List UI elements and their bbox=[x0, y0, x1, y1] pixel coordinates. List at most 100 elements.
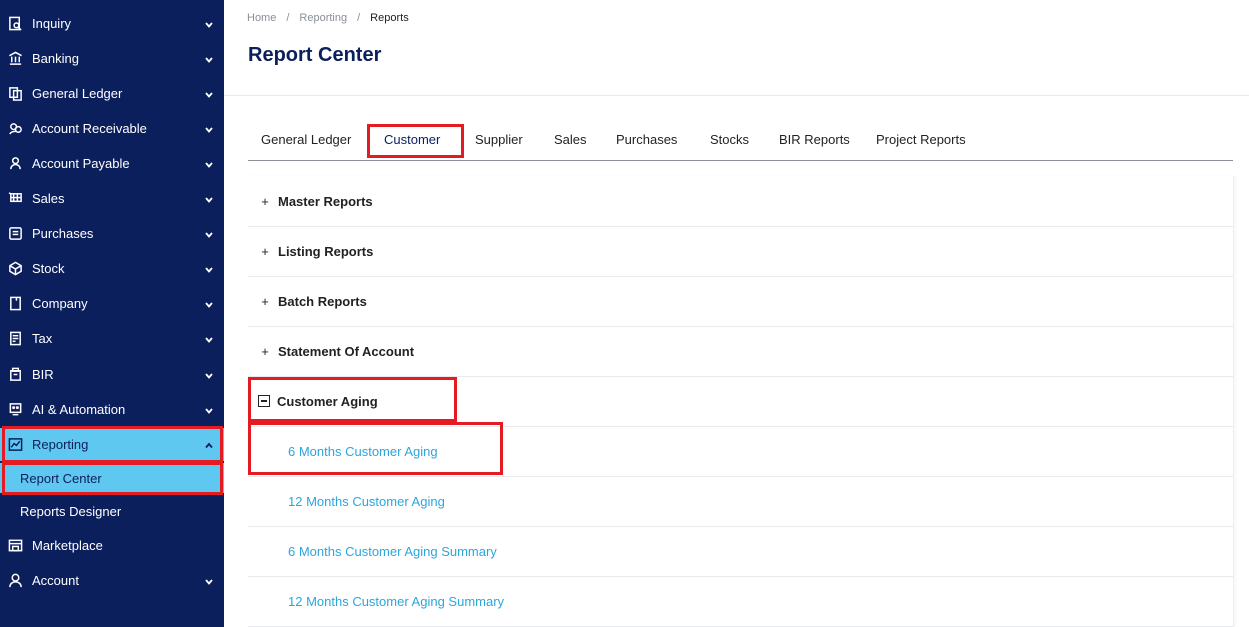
report-6-months-customer-aging-summary[interactable]: 6 Months Customer Aging Summary bbox=[248, 526, 1233, 577]
ledger-icon bbox=[7, 86, 23, 102]
plus-icon: + bbox=[261, 343, 269, 359]
section-label: Master Reports bbox=[278, 193, 373, 209]
sidebar-item-label: Inquiry bbox=[32, 16, 72, 31]
sidebar-item-label: General Ledger bbox=[32, 86, 123, 101]
report-link[interactable]: 6 Months Customer Aging bbox=[288, 444, 438, 459]
tab-sales[interactable]: Sales bbox=[554, 132, 587, 147]
report-link[interactable]: 6 Months Customer Aging Summary bbox=[288, 544, 497, 559]
section-master-reports[interactable]: + Master Reports bbox=[248, 176, 1233, 227]
sidebar: Inquiry Banking General Ledger Account R… bbox=[0, 0, 224, 627]
section-batch-reports[interactable]: + Batch Reports bbox=[248, 276, 1233, 327]
tax-icon bbox=[7, 331, 23, 347]
sidebar-item-label: BIR bbox=[32, 367, 54, 382]
chevron-down-icon bbox=[204, 53, 214, 63]
chevron-down-icon bbox=[204, 575, 214, 585]
section-statement-of-account[interactable]: + Statement Of Account bbox=[248, 326, 1233, 377]
sidebar-item-label: Purchases bbox=[32, 226, 94, 241]
section-customer-aging[interactable]: Customer Aging bbox=[248, 376, 1233, 427]
header-divider bbox=[224, 95, 1249, 96]
section-label: Statement Of Account bbox=[278, 343, 415, 359]
sidebar-item-label: Account bbox=[32, 573, 79, 588]
sidebar-item-marketplace[interactable]: Marketplace bbox=[0, 529, 224, 562]
cart-icon bbox=[7, 191, 23, 207]
sidebar-item-label: Tax bbox=[32, 331, 53, 346]
sidebar-item-tax[interactable]: Tax bbox=[0, 322, 224, 355]
bank-icon bbox=[7, 51, 23, 67]
report-tabs: General Ledger Customer Supplier Sales P… bbox=[248, 124, 1233, 161]
sidebar-item-label: Marketplace bbox=[32, 538, 103, 553]
report-list: + Master Reports + Listing Reports + Bat… bbox=[248, 176, 1234, 627]
chevron-down-icon bbox=[204, 18, 214, 28]
sidebar-item-label: AI & Automation bbox=[32, 402, 126, 417]
receivable-icon bbox=[7, 121, 23, 137]
section-label: Listing Reports bbox=[278, 243, 374, 259]
plus-icon: + bbox=[261, 193, 269, 209]
chevron-down-icon bbox=[204, 298, 214, 308]
sidebar-item-inquiry[interactable]: Inquiry bbox=[0, 7, 224, 40]
plus-icon: + bbox=[261, 243, 269, 259]
chart-icon bbox=[7, 437, 23, 453]
sidebar-item-account-receivable[interactable]: Account Receivable bbox=[0, 112, 224, 145]
robot-icon bbox=[7, 402, 23, 418]
chevron-down-icon bbox=[204, 333, 214, 343]
report-12-months-customer-aging-summary[interactable]: 12 Months Customer Aging Summary bbox=[248, 576, 1233, 627]
payable-icon bbox=[7, 156, 23, 172]
sidebar-item-account-payable[interactable]: Account Payable bbox=[0, 147, 224, 180]
sidebar-item-label: Reporting bbox=[32, 437, 89, 452]
sidebar-item-purchases[interactable]: Purchases bbox=[0, 217, 224, 250]
sidebar-item-ai-automation[interactable]: AI & Automation bbox=[0, 393, 224, 426]
sidebar-subitem-reports-designer[interactable]: Reports Designer bbox=[0, 496, 224, 526]
building-icon bbox=[7, 296, 23, 312]
chevron-down-icon bbox=[204, 158, 214, 168]
chevron-down-icon bbox=[204, 404, 214, 414]
page-title: Report Center bbox=[248, 44, 382, 66]
sidebar-item-label: Account Receivable bbox=[32, 121, 147, 136]
sidebar-item-label: Stock bbox=[32, 261, 65, 276]
sidebar-item-banking[interactable]: Banking bbox=[0, 42, 224, 75]
report-6-months-customer-aging[interactable]: 6 Months Customer Aging bbox=[248, 426, 1233, 477]
report-link[interactable]: 12 Months Customer Aging bbox=[288, 494, 445, 509]
tab-customer[interactable]: Customer bbox=[384, 132, 440, 147]
sidebar-item-sales[interactable]: Sales bbox=[0, 182, 224, 215]
plus-icon: + bbox=[261, 293, 269, 309]
box-icon bbox=[7, 261, 23, 277]
report-link[interactable]: 12 Months Customer Aging Summary bbox=[288, 594, 504, 609]
sidebar-item-account[interactable]: Account bbox=[0, 564, 224, 597]
sidebar-item-bir[interactable]: BIR bbox=[0, 358, 224, 391]
bir-icon bbox=[7, 367, 23, 383]
tab-stocks[interactable]: Stocks bbox=[710, 132, 749, 147]
sidebar-item-general-ledger[interactable]: General Ledger bbox=[0, 77, 224, 110]
tab-bir-reports[interactable]: BIR Reports bbox=[779, 132, 850, 147]
chevron-down-icon bbox=[204, 369, 214, 379]
store-icon bbox=[7, 538, 23, 554]
sidebar-item-stock[interactable]: Stock bbox=[0, 252, 224, 285]
tab-project-reports[interactable]: Project Reports bbox=[876, 132, 966, 147]
sidebar-subitem-label: Reports Designer bbox=[20, 503, 122, 519]
tab-general-ledger[interactable]: General Ledger bbox=[261, 132, 351, 147]
breadcrumb-separator: / bbox=[286, 12, 290, 24]
sidebar-item-label: Company bbox=[32, 296, 88, 311]
sidebar-subitem-report-center[interactable]: Report Center bbox=[0, 463, 224, 493]
sidebar-item-label: Sales bbox=[32, 191, 65, 206]
search-document-icon bbox=[7, 16, 23, 32]
tab-supplier[interactable]: Supplier bbox=[475, 132, 523, 147]
tab-purchases[interactable]: Purchases bbox=[616, 132, 677, 147]
breadcrumb-separator: / bbox=[357, 12, 361, 24]
sidebar-item-label: Account Payable bbox=[32, 156, 130, 171]
chevron-up-icon bbox=[204, 439, 214, 449]
breadcrumb-reporting[interactable]: Reporting bbox=[299, 12, 347, 24]
sidebar-item-company[interactable]: Company bbox=[0, 287, 224, 320]
sidebar-item-label: Banking bbox=[32, 51, 79, 66]
section-listing-reports[interactable]: + Listing Reports bbox=[248, 226, 1233, 277]
section-label: Customer Aging bbox=[277, 393, 378, 409]
chevron-down-icon bbox=[204, 88, 214, 98]
report-12-months-customer-aging[interactable]: 12 Months Customer Aging bbox=[248, 476, 1233, 527]
chevron-down-icon bbox=[204, 228, 214, 238]
minus-square-icon bbox=[258, 395, 270, 407]
sidebar-subitem-label: Report Center bbox=[20, 470, 102, 486]
sidebar-item-reporting[interactable]: Reporting bbox=[0, 428, 224, 461]
user-icon bbox=[7, 573, 23, 589]
breadcrumb-current: Reports bbox=[370, 12, 409, 24]
breadcrumb-home[interactable]: Home bbox=[247, 12, 276, 24]
section-label: Batch Reports bbox=[278, 293, 367, 309]
